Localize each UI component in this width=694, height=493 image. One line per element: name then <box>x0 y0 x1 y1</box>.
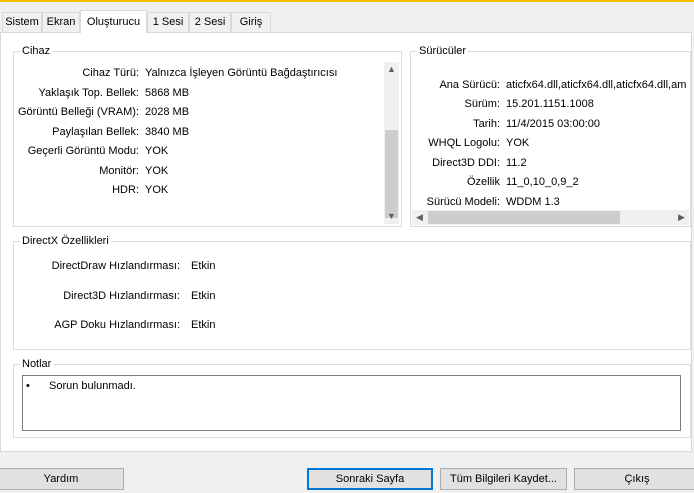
device-value: 2028 MB <box>145 106 190 118</box>
scroll-down-arrow-icon[interactable]: ▼ <box>384 209 399 224</box>
device-value: Yalnızca İşleyen Görüntü Bağdaştırıcısı <box>145 67 338 79</box>
drivers-info-list: Ana Sürücü: aticfx64.dll,aticfx64.dll,at… <box>411 52 690 210</box>
driver-label: Tarih: <box>473 118 500 130</box>
driver-value: 15.201.1151.1008 <box>506 98 594 110</box>
tab-system[interactable]: Sistem <box>2 12 42 32</box>
driver-value: YOK <box>506 137 530 149</box>
tab-render[interactable]: Oluşturucu <box>80 10 147 33</box>
directx-value: Etkin <box>191 260 216 272</box>
device-value: 5868 MB <box>145 87 190 99</box>
directx-group-title: DirectX Özellikleri <box>20 234 111 248</box>
device-scroll-thumb[interactable] <box>385 130 398 218</box>
device-label: Paylaşılan Bellek: <box>52 126 139 138</box>
driver-label: Özellik <box>466 176 500 188</box>
drivers-horizontal-scrollbar[interactable]: ◀ ▶ <box>412 210 689 225</box>
driver-label: Sürüm: <box>464 98 500 110</box>
drivers-scroll-thumb[interactable] <box>428 211 620 224</box>
device-value: 3840 MB <box>145 126 190 138</box>
notes-group-title: Notlar <box>20 357 54 371</box>
directx-value: Etkin <box>191 290 216 302</box>
driver-value: 11.2 <box>506 157 527 169</box>
directx-label: DirectDraw Hızlandırması: <box>51 260 180 272</box>
driver-label: Sürücü Modeli: <box>426 196 500 208</box>
save-all-info-button[interactable]: Tüm Bilgileri Kaydet... <box>440 468 567 490</box>
notes-item: Sorun bulunmadı. <box>49 380 136 392</box>
device-value: YOK <box>145 165 169 177</box>
device-label: Geçerli Görüntü Modu: <box>27 145 139 157</box>
driver-label: Ana Sürücü: <box>439 79 500 91</box>
tab-sound-2[interactable]: 2 Sesi <box>189 12 231 32</box>
directx-features-group: DirectX Özellikleri DirectDraw Hızlandır… <box>13 234 691 350</box>
notes-textbox[interactable]: • Sorun bulunmadı. <box>22 375 681 431</box>
device-vertical-scrollbar[interactable]: ▲ ▼ <box>384 62 399 224</box>
driver-value: WDDM 1.3 <box>506 196 560 208</box>
exit-button[interactable]: Çıkış <box>574 468 694 490</box>
directx-label: Direct3D Hızlandırması: <box>63 290 180 302</box>
tab-display[interactable]: Ekran <box>42 12 80 32</box>
device-group: Cihaz Cihaz Türü: Yalnızca İşleyen Görün… <box>13 44 402 227</box>
device-info-list: Cihaz Türü: Yalnızca İşleyen Görüntü Bağ… <box>14 52 384 226</box>
device-label: Cihaz Türü: <box>82 67 139 79</box>
tab-input[interactable]: Giriş <box>231 12 271 32</box>
directx-label: AGP Doku Hızlandırması: <box>54 319 180 331</box>
device-label: Yaklaşık Top. Bellek: <box>38 87 139 99</box>
device-label: HDR: <box>112 184 139 196</box>
drivers-group: Sürücüler Ana Sürücü: aticfx64.dll,aticf… <box>410 44 691 227</box>
device-label: Görüntü Belleği (VRAM): <box>17 106 139 118</box>
scroll-right-arrow-icon[interactable]: ▶ <box>674 210 689 225</box>
help-button[interactable]: Yardım <box>0 468 124 490</box>
notes-bullet-icon: • <box>26 380 30 392</box>
directx-value: Etkin <box>191 319 216 331</box>
driver-label: WHQL Logolu: <box>428 137 500 149</box>
tab-sound-1[interactable]: 1 Sesi <box>147 12 189 32</box>
driver-value: 11/4/2015 03:00:00 <box>506 118 600 130</box>
window-top-border <box>0 0 694 2</box>
device-value: YOK <box>145 145 169 157</box>
next-page-button[interactable]: Sonraki Sayfa <box>307 468 433 490</box>
tab-panel: Cihaz Cihaz Türü: Yalnızca İşleyen Görün… <box>0 32 692 452</box>
driver-label: Direct3D DDI: <box>432 157 500 169</box>
device-value: YOK <box>145 184 169 196</box>
scroll-left-arrow-icon[interactable]: ◀ <box>412 210 427 225</box>
driver-value: aticfx64.dll,aticfx64.dll,aticfx64.dll,a… <box>506 79 687 91</box>
device-label: Monitör: <box>99 165 139 177</box>
scroll-up-arrow-icon[interactable]: ▲ <box>384 62 399 77</box>
notes-group: Notlar • Sorun bulunmadı. <box>13 357 691 438</box>
driver-value: 11_0,10_0,9_2 <box>506 176 579 188</box>
